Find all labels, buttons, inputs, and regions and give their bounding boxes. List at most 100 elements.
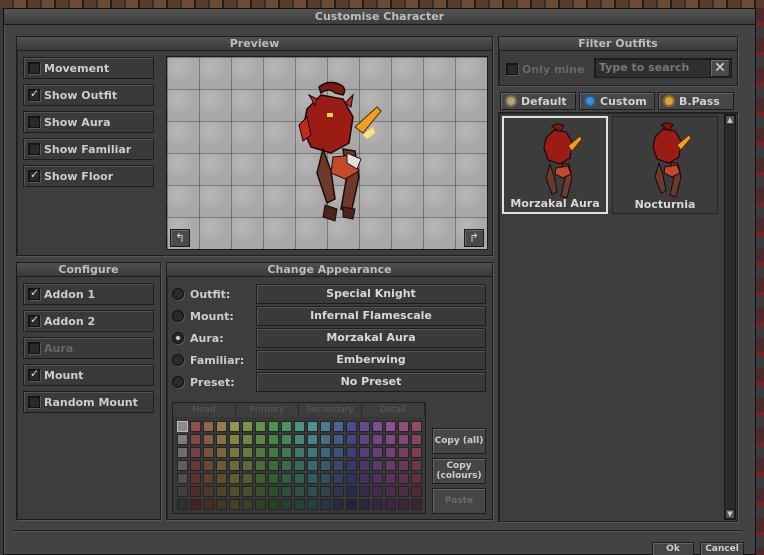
palette-swatch[interactable] <box>385 499 396 510</box>
palette-swatch[interactable] <box>411 473 422 484</box>
palette-swatch[interactable] <box>216 421 227 432</box>
tab-default[interactable]: Default <box>500 92 576 110</box>
palette-swatch[interactable] <box>398 499 409 510</box>
palette-swatch[interactable] <box>372 499 383 510</box>
palette-swatch[interactable] <box>372 473 383 484</box>
palette-swatch[interactable] <box>398 421 409 432</box>
appearance-value-familiar[interactable]: Emberwing <box>256 350 486 370</box>
palette-swatch[interactable] <box>281 447 292 458</box>
palette-swatch[interactable] <box>255 499 266 510</box>
palette-swatch[interactable] <box>359 499 370 510</box>
copy-all-button[interactable]: Copy (all) <box>432 428 486 454</box>
checkbox-show-outfit[interactable]: Show Outfit <box>23 84 154 106</box>
palette-swatch[interactable] <box>320 421 331 432</box>
checkbox-show-floor[interactable]: Show Floor <box>23 165 154 187</box>
scroll-up-arrow-icon[interactable]: ▲ <box>725 115 735 125</box>
palette-swatch[interactable] <box>268 421 279 432</box>
appearance-value-preset[interactable]: No Preset <box>256 372 486 392</box>
palette-swatch[interactable] <box>229 473 240 484</box>
palette-tab-detail[interactable]: Detail <box>362 403 425 417</box>
palette-swatch[interactable] <box>411 486 422 497</box>
palette-swatch[interactable] <box>398 486 409 497</box>
palette-swatch[interactable] <box>372 460 383 471</box>
palette-swatch[interactable] <box>242 486 253 497</box>
palette-swatch[interactable] <box>307 499 318 510</box>
palette-swatch[interactable] <box>255 460 266 471</box>
palette-swatch[interactable] <box>385 473 396 484</box>
palette-swatch[interactable] <box>203 434 214 445</box>
palette-swatch[interactable] <box>268 447 279 458</box>
palette-swatch[interactable] <box>203 486 214 497</box>
palette-swatch[interactable] <box>281 473 292 484</box>
palette-swatch[interactable] <box>255 473 266 484</box>
palette-swatch[interactable] <box>385 486 396 497</box>
tab-custom[interactable]: Custom <box>579 92 655 110</box>
checkbox-random-mount[interactable]: Random Mount <box>23 391 154 413</box>
palette-swatch[interactable] <box>411 460 422 471</box>
palette-swatch[interactable] <box>281 499 292 510</box>
palette-swatch[interactable] <box>242 434 253 445</box>
palette-swatch[interactable] <box>385 460 396 471</box>
palette-swatch[interactable] <box>268 460 279 471</box>
palette-swatch[interactable] <box>177 499 188 510</box>
checkbox-addon-1[interactable]: Addon 1 <box>23 283 154 305</box>
palette-swatch[interactable] <box>385 447 396 458</box>
palette-swatch[interactable] <box>216 447 227 458</box>
palette-swatch[interactable] <box>411 434 422 445</box>
palette-swatch[interactable] <box>359 473 370 484</box>
checkbox-aura[interactable]: Aura <box>23 337 154 359</box>
palette-swatch[interactable] <box>359 460 370 471</box>
palette-swatch[interactable] <box>307 434 318 445</box>
palette-swatch[interactable] <box>411 499 422 510</box>
palette-swatch[interactable] <box>190 486 201 497</box>
palette-swatch[interactable] <box>190 447 201 458</box>
palette-swatch[interactable] <box>216 499 227 510</box>
radio-mount[interactable] <box>172 310 184 322</box>
palette-swatch[interactable] <box>294 499 305 510</box>
palette-swatch[interactable] <box>294 460 305 471</box>
only-mine-checkbox[interactable]: Only mine <box>502 58 590 80</box>
palette-swatch[interactable] <box>190 499 201 510</box>
palette-swatch[interactable] <box>411 421 422 432</box>
outfit-card-morzakal-aura[interactable]: Morzakal Aura <box>502 116 608 214</box>
palette-swatch[interactable] <box>398 473 409 484</box>
clear-search-icon[interactable]: ✕ <box>710 59 730 77</box>
palette-swatch[interactable] <box>307 421 318 432</box>
palette-tab-head[interactable]: Head <box>173 403 236 417</box>
palette-tab-primary[interactable]: Primary <box>236 403 299 417</box>
palette-swatch[interactable] <box>242 499 253 510</box>
palette-swatch[interactable] <box>281 486 292 497</box>
palette-swatch[interactable] <box>255 421 266 432</box>
palette-swatch[interactable] <box>294 486 305 497</box>
radio-familiar[interactable] <box>172 354 184 366</box>
palette-swatch[interactable] <box>385 421 396 432</box>
scroll-down-arrow-icon[interactable]: ▼ <box>725 509 735 519</box>
palette-swatch[interactable] <box>320 434 331 445</box>
palette-swatch[interactable] <box>372 434 383 445</box>
appearance-value-aura[interactable]: Morzakal Aura <box>256 328 486 348</box>
palette-swatch[interactable] <box>177 460 188 471</box>
palette-tab-secondary[interactable]: Secondary <box>299 403 362 417</box>
palette-swatch[interactable] <box>346 434 357 445</box>
copy-colours-button[interactable]: Copy (colours) <box>432 458 486 484</box>
palette-swatch[interactable] <box>320 473 331 484</box>
palette-swatch[interactable] <box>320 486 331 497</box>
appearance-value-mount[interactable]: Infernal Flamescale <box>256 306 486 326</box>
palette-swatch[interactable] <box>216 486 227 497</box>
palette-swatch[interactable] <box>203 421 214 432</box>
palette-swatch[interactable] <box>333 473 344 484</box>
palette-swatch[interactable] <box>346 473 357 484</box>
palette-swatch[interactable] <box>320 499 331 510</box>
palette-swatch[interactable] <box>203 460 214 471</box>
radio-outfit[interactable] <box>172 288 184 300</box>
palette-swatch[interactable] <box>177 434 188 445</box>
palette-swatch[interactable] <box>398 447 409 458</box>
palette-swatch[interactable] <box>333 421 344 432</box>
palette-swatch[interactable] <box>177 486 188 497</box>
palette-swatch[interactable] <box>372 486 383 497</box>
palette-swatch[interactable] <box>216 473 227 484</box>
paste-button[interactable]: Paste <box>432 488 486 514</box>
checkbox-show-familiar[interactable]: Show Familiar <box>23 138 154 160</box>
palette-swatch[interactable] <box>346 499 357 510</box>
palette-swatch[interactable] <box>281 421 292 432</box>
